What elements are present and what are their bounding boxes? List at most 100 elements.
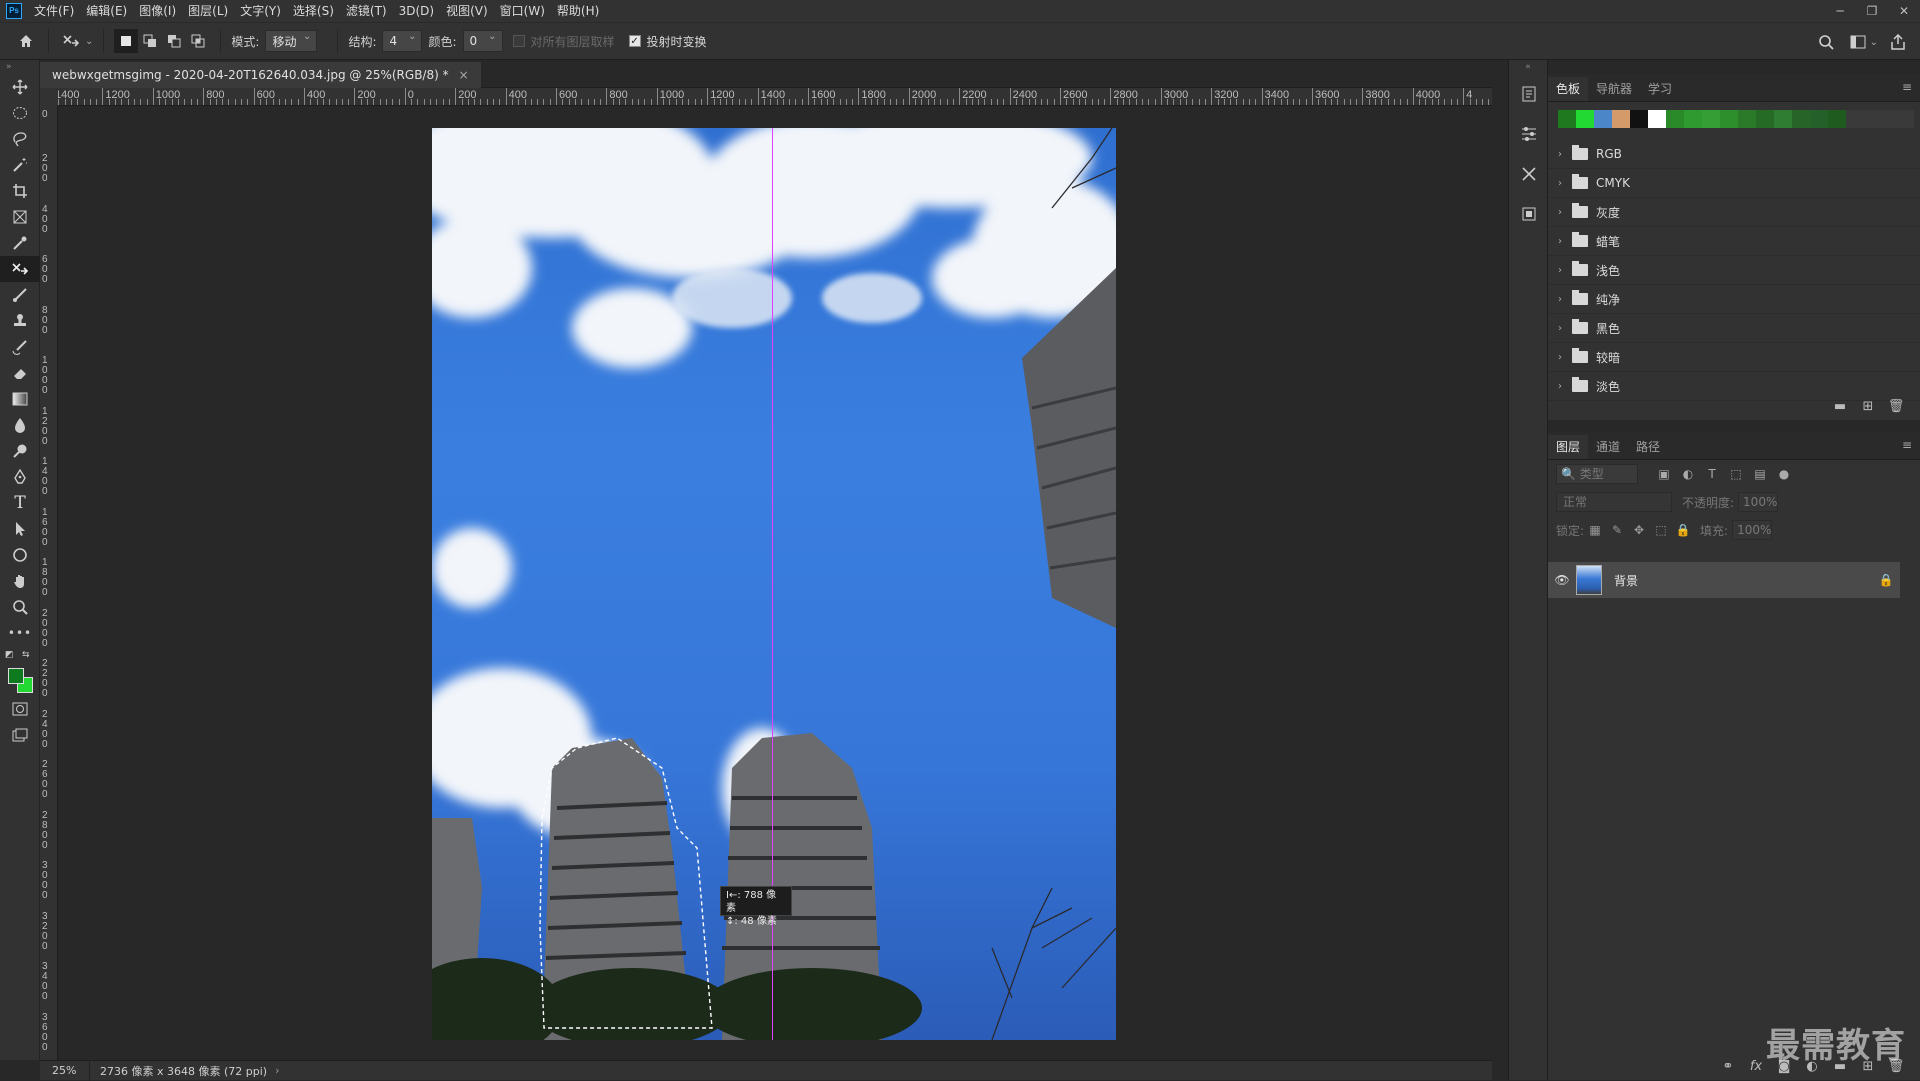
tool-preset-chevron-icon[interactable]: ⌄ (85, 36, 93, 47)
expand-chevron-icon[interactable]: › (1558, 323, 1568, 334)
transform-on-drop-checkbox[interactable]: ✓ 投射时变换 (628, 33, 707, 50)
foreground-color-swatch[interactable] (8, 668, 24, 684)
tab-swatches[interactable]: 色板 (1548, 77, 1589, 101)
move-tool-icon[interactable] (0, 74, 40, 100)
marquee-tool-icon[interactable] (0, 100, 40, 126)
layer-visibility-eye-icon[interactable]: 👁 (1548, 573, 1576, 587)
workspace-chevron-icon[interactable]: ⌄ (1870, 37, 1878, 48)
lock-image-icon[interactable]: ✎ (1606, 523, 1628, 537)
close-window-button[interactable]: ✕ (1888, 0, 1920, 22)
filter-pixel-icon[interactable]: ▣ (1652, 467, 1676, 481)
recent-color-swatch[interactable] (1702, 110, 1720, 128)
tab-layers[interactable]: 图层 (1548, 435, 1589, 459)
recent-color-swatch[interactable] (1720, 110, 1738, 128)
vertical-ruler[interactable]: 002 0 04 0 06 0 08 0 01 0 0 01 2 0 01 4 … (40, 106, 58, 1060)
expand-chevron-icon[interactable]: › (1558, 381, 1568, 392)
swatch-group-row[interactable]: › 较暗 (1548, 343, 1920, 372)
swatch-group-row[interactable]: › 黑色 (1548, 314, 1920, 343)
structure-select[interactable]: 4 (382, 30, 423, 52)
filter-smart-object-icon[interactable]: ▤ (1748, 467, 1772, 481)
swatch-group-row[interactable]: › 灰度 (1548, 198, 1920, 227)
menu-image[interactable]: 图像(I) (133, 0, 182, 22)
frame-tool-icon[interactable] (0, 204, 40, 230)
recent-color-swatch[interactable] (1648, 110, 1666, 128)
expand-chevron-icon[interactable]: › (1558, 178, 1568, 189)
filter-toggle-icon[interactable]: ● (1772, 467, 1796, 481)
swatch-group-row[interactable]: › RGB (1548, 140, 1920, 169)
recent-color-swatch[interactable] (1828, 110, 1846, 128)
expand-chevron-icon[interactable]: › (1558, 149, 1568, 160)
status-expand-icon[interactable]: › (275, 1064, 279, 1077)
blur-tool-icon[interactable] (0, 412, 40, 438)
new-group-folder-icon[interactable]: ▬ (1826, 399, 1854, 414)
recent-color-swatch[interactable] (1594, 110, 1612, 128)
layer-name[interactable]: 背景 (1614, 572, 1872, 589)
menu-layer[interactable]: 图层(L) (182, 0, 234, 22)
recent-color-swatch[interactable] (1612, 110, 1630, 128)
menu-filter[interactable]: 滤镜(T) (340, 0, 393, 22)
properties-panel-icon[interactable] (1509, 114, 1549, 154)
swatch-group-row[interactable]: › 纯净 (1548, 285, 1920, 314)
swatch-group-row[interactable]: › CMYK (1548, 169, 1920, 198)
libraries-panel-icon[interactable] (1509, 194, 1549, 234)
document-tab[interactable]: webwxgetmsgimg - 2020-04-20T162640.034.j… (40, 62, 481, 88)
history-panel-icon[interactable] (1509, 74, 1549, 114)
horizontal-ruler[interactable]: 1400120010008006004002000200400600800100… (58, 88, 1492, 106)
ellipse-tool-icon[interactable] (0, 542, 40, 568)
history-brush-tool-icon[interactable] (0, 334, 40, 360)
toolbar-collapse-icon[interactable]: » (0, 60, 39, 74)
zoom-level[interactable]: 25% (40, 1060, 90, 1081)
intersect-selection-icon[interactable] (186, 29, 210, 53)
content-aware-move-tool-icon[interactable] (59, 29, 83, 53)
fill-input[interactable]: 100% (1732, 520, 1773, 540)
home-icon[interactable] (14, 29, 38, 53)
minimize-button[interactable]: ─ (1824, 0, 1856, 22)
expand-chevron-icon[interactable]: › (1558, 207, 1568, 218)
eyedropper-tool-icon[interactable] (0, 230, 40, 256)
subtract-from-selection-icon[interactable] (162, 29, 186, 53)
menu-window[interactable]: 窗口(W) (494, 0, 551, 22)
swatches-panel-menu-icon[interactable]: ≡ (1902, 80, 1912, 94)
recent-color-swatch[interactable] (1630, 110, 1648, 128)
tab-navigator[interactable]: 导航器 (1588, 77, 1640, 101)
recent-color-swatch[interactable] (1810, 110, 1828, 128)
layer-row-background[interactable]: 👁 背景 🔒 (1548, 562, 1900, 598)
filter-shape-icon[interactable]: ⬚ (1724, 467, 1748, 481)
screen-mode-icon[interactable] (0, 722, 40, 748)
layer-filter-kind[interactable]: 🔍 类型 (1556, 464, 1638, 484)
content-aware-move-active-tool-icon[interactable] (0, 256, 40, 282)
lock-artboard-icon[interactable]: ⬚ (1650, 523, 1672, 537)
pen-tool-icon[interactable] (0, 464, 40, 490)
tab-learn[interactable]: 学习 (1640, 77, 1680, 101)
path-selection-tool-icon[interactable] (0, 516, 40, 542)
lock-transparent-icon[interactable]: ▦ (1584, 523, 1606, 537)
menu-select[interactable]: 选择(S) (287, 0, 340, 22)
tab-paths[interactable]: 路径 (1628, 435, 1668, 459)
delete-swatch-icon[interactable]: 🗑 (1882, 399, 1910, 414)
quick-mask-icon[interactable] (0, 696, 40, 722)
recent-color-swatch[interactable] (1756, 110, 1774, 128)
close-tab-icon[interactable]: × (459, 68, 469, 82)
brush-tool-icon[interactable] (0, 282, 40, 308)
new-selection-icon[interactable] (114, 29, 139, 53)
swatch-group-row[interactable]: › 蜡笔 (1548, 227, 1920, 256)
canvas-area[interactable]: I←: 788 像素 ↕: 48 像素 (58, 106, 1492, 1060)
menu-help[interactable]: 帮助(H) (551, 0, 605, 22)
menu-3d[interactable]: 3D(D) (393, 0, 440, 22)
recent-color-swatch[interactable] (1792, 110, 1810, 128)
ruler-corner[interactable] (40, 88, 58, 106)
search-icon[interactable] (1814, 30, 1838, 54)
more-tools-icon[interactable]: ••• (0, 620, 40, 646)
tab-channels[interactable]: 通道 (1588, 435, 1628, 459)
clone-stamp-tool-icon[interactable] (0, 308, 40, 334)
recent-color-swatch[interactable] (1684, 110, 1702, 128)
sample-all-layers-checkbox[interactable]: 对所有图层取样 (512, 33, 615, 50)
workspace-icon[interactable] (1846, 30, 1870, 54)
swap-colors-icon[interactable]: ⇆ (22, 650, 30, 660)
eraser-tool-icon[interactable] (0, 360, 40, 386)
expand-chevron-icon[interactable]: › (1558, 294, 1568, 305)
hand-tool-icon[interactable] (0, 568, 40, 594)
expand-chevron-icon[interactable]: › (1558, 265, 1568, 276)
swatch-group-row[interactable]: › 浅色 (1548, 256, 1920, 285)
lock-position-icon[interactable]: ✥ (1628, 523, 1650, 537)
